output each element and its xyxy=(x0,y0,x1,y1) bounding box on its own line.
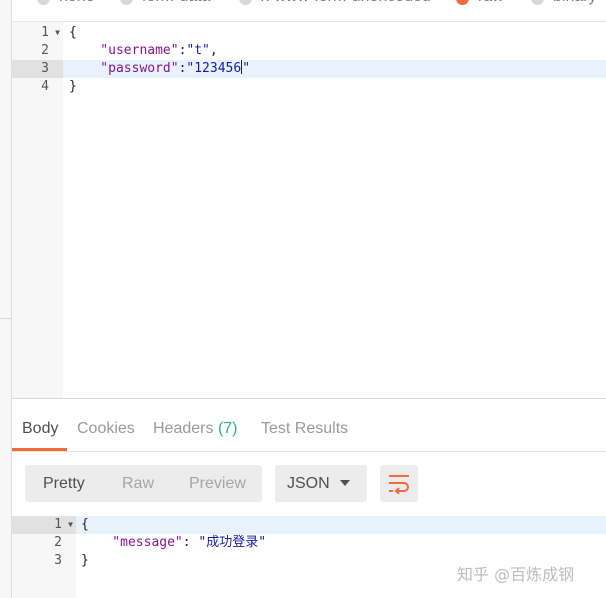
tab-body[interactable]: Body xyxy=(22,420,58,438)
format-select[interactable]: JSON xyxy=(275,465,367,502)
response-tabs: Body Cookies Headers (7) Test Results xyxy=(12,412,606,452)
code-text: { xyxy=(81,517,89,532)
wrap-lines-icon xyxy=(389,475,409,494)
caret-down-icon xyxy=(340,480,350,486)
raw-button[interactable]: Raw xyxy=(122,475,154,493)
line-number: 2 xyxy=(12,534,76,552)
code-text: "username":"t", xyxy=(69,43,218,58)
radio-label: form-data xyxy=(142,0,210,6)
headers-count-badge: (7) xyxy=(217,420,238,437)
tab-label: Test Results xyxy=(261,420,349,437)
code-line[interactable]: 2 "message": "成功登录" xyxy=(12,534,606,552)
radio-dot-icon xyxy=(120,0,133,5)
view-mode-group: Pretty Raw Preview xyxy=(25,465,262,502)
radio-dot-icon xyxy=(239,0,252,5)
radio-label: none xyxy=(59,0,95,6)
code-line[interactable]: 4} xyxy=(12,78,606,96)
radio-binary[interactable]: binary xyxy=(531,0,597,6)
code-line[interactable]: 1 ▼{ xyxy=(12,24,606,42)
line-number: 4 xyxy=(12,78,63,96)
radio-label: binary xyxy=(553,0,597,6)
line-number-text: 4 xyxy=(41,79,49,94)
line-number-text: 2 xyxy=(54,535,62,550)
format-select-value: JSON xyxy=(287,475,330,492)
active-tab-indicator xyxy=(12,448,67,451)
tab-label: Headers xyxy=(153,420,214,437)
radio-label: raw xyxy=(478,0,504,6)
code-text: } xyxy=(69,79,77,94)
response-toolbar: Pretty Raw Preview JSON xyxy=(12,452,606,516)
code-line[interactable]: 2 "username":"t", xyxy=(12,42,606,60)
line-number: 3 xyxy=(12,60,63,78)
wrap-lines-button[interactable] xyxy=(380,465,418,502)
watermark: 知乎 @百炼成钢 xyxy=(457,565,575,584)
tab-headers[interactable]: Headers (7) xyxy=(153,420,238,438)
radio-dot-icon xyxy=(531,0,544,5)
line-number-text: 1 xyxy=(41,25,49,40)
left-panel-edge xyxy=(0,0,12,598)
line-number: 2 xyxy=(12,42,63,60)
pretty-button[interactable]: Pretty xyxy=(43,475,85,493)
fold-arrow-icon[interactable]: ▼ xyxy=(55,24,60,42)
code-text: { xyxy=(69,25,77,40)
code-text: "password":"123456" xyxy=(69,60,251,76)
body-type-selector: none form-data x-www-form-urlencoded raw… xyxy=(12,0,606,22)
line-number-text: 2 xyxy=(41,43,49,58)
tab-test-results[interactable]: Test Results xyxy=(261,420,348,438)
response-body-viewer[interactable]: 1 ▼{2 "message": "成功登录" 3} xyxy=(12,516,606,598)
radio-x-www-form-urlencoded[interactable]: x-www-form-urlencoded xyxy=(239,0,431,6)
line-number-text: 1 xyxy=(54,517,62,532)
panel-divider xyxy=(0,318,11,319)
line-number: 3 xyxy=(12,552,76,570)
tab-label: Body xyxy=(22,420,59,437)
fold-arrow-icon[interactable]: ▼ xyxy=(68,516,73,534)
request-body-editor[interactable]: 1 ▼{2 "username":"t", 3 "password":"123456… xyxy=(12,22,606,399)
radio-form-data[interactable]: form-data xyxy=(120,0,210,6)
radio-none[interactable]: none xyxy=(37,0,95,6)
radio-label: x-www-form-urlencoded xyxy=(261,0,431,6)
tab-cookies[interactable]: Cookies xyxy=(77,420,135,438)
preview-button[interactable]: Preview xyxy=(189,475,246,493)
code-text: "message": "成功登录" xyxy=(81,535,267,550)
radio-dot-selected-icon xyxy=(456,0,469,5)
line-number-text: 3 xyxy=(54,553,62,568)
code-line[interactable]: 1 ▼{ xyxy=(12,516,606,534)
line-number-text: 3 xyxy=(41,61,49,76)
code-line[interactable]: 3 "password":"123456" xyxy=(12,60,606,78)
radio-dot-icon xyxy=(37,0,50,5)
line-number: 1 ▼ xyxy=(12,516,76,534)
tab-label: Cookies xyxy=(77,420,135,437)
code-text: } xyxy=(81,553,89,568)
line-number: 1 ▼ xyxy=(12,24,63,42)
radio-raw[interactable]: raw xyxy=(456,0,504,6)
